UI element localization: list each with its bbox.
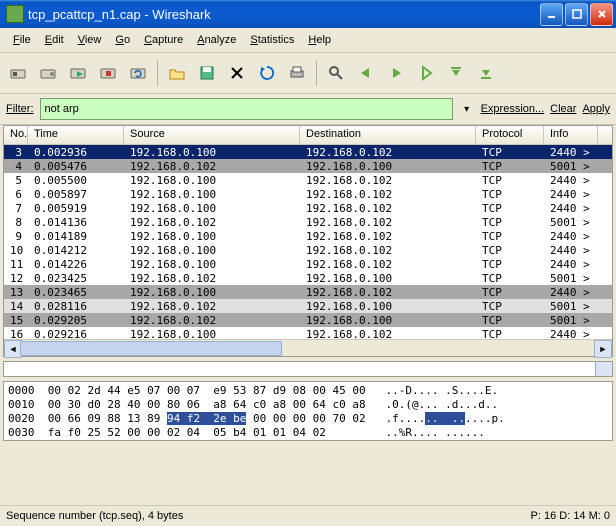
- toolbar: [0, 53, 616, 94]
- table-row[interactable]: 150.029205192.168.0.102192.168.0.100TCP5…: [4, 313, 612, 327]
- menu-view[interactable]: View: [71, 32, 109, 48]
- menubar: FileEditViewGoCaptureAnalyzeStatisticsHe…: [0, 28, 616, 53]
- filter-input[interactable]: [40, 98, 453, 120]
- table-row[interactable]: 90.014189192.168.0.100192.168.0.102TCP24…: [4, 229, 612, 243]
- table-row[interactable]: 140.028116192.168.0.102192.168.0.100TCP5…: [4, 299, 612, 313]
- menu-edit[interactable]: Edit: [38, 32, 71, 48]
- open-icon[interactable]: [163, 59, 191, 87]
- capture-stop-icon[interactable]: [94, 59, 122, 87]
- vscrollbar[interactable]: [595, 362, 612, 376]
- col-destination[interactable]: Destination: [300, 126, 476, 144]
- table-row[interactable]: 60.005897192.168.0.100192.168.0.102TCP24…: [4, 187, 612, 201]
- window-title: tcp_pcattcp_n1.cap - Wireshark: [28, 7, 540, 22]
- find-icon[interactable]: [322, 59, 350, 87]
- status-right: P: 16 D: 14 M: 0: [531, 510, 610, 522]
- detail-pane[interactable]: [3, 361, 613, 377]
- hscrollbar[interactable]: ◄ ►: [4, 339, 612, 356]
- table-row[interactable]: 110.014226192.168.0.100192.168.0.102TCP2…: [4, 257, 612, 271]
- col-no[interactable]: No.: [4, 126, 28, 144]
- table-row[interactable]: 130.023465192.168.0.100192.168.0.102TCP2…: [4, 285, 612, 299]
- go-first-icon[interactable]: [442, 59, 470, 87]
- minimize-button[interactable]: [540, 3, 563, 26]
- titlebar: tcp_pcattcp_n1.cap - Wireshark: [0, 0, 616, 28]
- table-row[interactable]: 30.002936192.168.0.100192.168.0.102TCP24…: [4, 145, 612, 159]
- col-time[interactable]: Time: [28, 126, 124, 144]
- save-icon[interactable]: [193, 59, 221, 87]
- close-button[interactable]: [590, 3, 613, 26]
- hex-line[interactable]: 0000 00 02 2d 44 e5 07 00 07 e9 53 87 d9…: [8, 384, 610, 398]
- menu-capture[interactable]: Capture: [137, 32, 190, 48]
- apply-button[interactable]: Apply: [582, 103, 610, 115]
- capture-start-icon[interactable]: [64, 59, 92, 87]
- scroll-thumb[interactable]: [20, 341, 282, 356]
- scroll-right-icon[interactable]: ►: [594, 340, 612, 358]
- go-forward-icon[interactable]: [382, 59, 410, 87]
- status-left: Sequence number (tcp.seq), 4 bytes: [6, 510, 531, 522]
- clear-button[interactable]: Clear: [550, 103, 576, 115]
- table-row[interactable]: 80.014136192.168.0.102192.168.0.102TCP50…: [4, 215, 612, 229]
- hex-line[interactable]: 0020 00 66 09 88 13 89 94 f2 2e be 00 00…: [8, 412, 610, 426]
- column-headers: No.TimeSourceDestinationProtocolInfo: [4, 126, 612, 145]
- filter-dropdown-icon[interactable]: ▾: [459, 99, 475, 119]
- table-row[interactable]: 100.014212192.168.0.100192.168.0.102TCP2…: [4, 243, 612, 257]
- capture-restart-icon[interactable]: [124, 59, 152, 87]
- col-source[interactable]: Source: [124, 126, 300, 144]
- filter-bar: Filter: ▾ Expression... Clear Apply: [0, 94, 616, 125]
- app-icon: [6, 5, 24, 23]
- reload-icon[interactable]: [253, 59, 281, 87]
- maximize-button[interactable]: [565, 3, 588, 26]
- close-file-icon[interactable]: [223, 59, 251, 87]
- go-back-icon[interactable]: [352, 59, 380, 87]
- menu-statistics[interactable]: Statistics: [243, 32, 301, 48]
- hex-line[interactable]: 0010 00 30 d0 28 40 00 80 06 a8 64 c0 a8…: [8, 398, 610, 412]
- interfaces-icon[interactable]: [4, 59, 32, 87]
- table-row[interactable]: 70.005919192.168.0.100192.168.0.102TCP24…: [4, 201, 612, 215]
- menu-help[interactable]: Help: [301, 32, 338, 48]
- toolbar-separator: [316, 60, 317, 86]
- statusbar: Sequence number (tcp.seq), 4 bytes P: 16…: [0, 505, 616, 526]
- options-icon[interactable]: [34, 59, 62, 87]
- col-info[interactable]: Info: [544, 126, 598, 144]
- menu-analyze[interactable]: Analyze: [190, 32, 243, 48]
- bytes-pane[interactable]: 0000 00 02 2d 44 e5 07 00 07 e9 53 87 d9…: [3, 381, 613, 441]
- expression-button[interactable]: Expression...: [481, 103, 545, 115]
- packet-list: No.TimeSourceDestinationProtocolInfo 30.…: [3, 125, 613, 357]
- table-row[interactable]: 40.005476192.168.0.102192.168.0.100TCP50…: [4, 159, 612, 173]
- go-last-icon[interactable]: [472, 59, 500, 87]
- menu-file[interactable]: File: [6, 32, 38, 48]
- table-row[interactable]: 160.029216192.168.0.100192.168.0.102TCP2…: [4, 327, 612, 339]
- toolbar-separator: [157, 60, 158, 86]
- table-row[interactable]: 50.005500192.168.0.100192.168.0.102TCP24…: [4, 173, 612, 187]
- print-icon[interactable]: [283, 59, 311, 87]
- filter-label: Filter:: [6, 103, 34, 115]
- table-row[interactable]: 120.023425192.168.0.102192.168.0.100TCP5…: [4, 271, 612, 285]
- col-protocol[interactable]: Protocol: [476, 126, 544, 144]
- go-to-icon[interactable]: [412, 59, 440, 87]
- hex-line[interactable]: 0030 fa f0 25 52 00 00 02 04 05 b4 01 01…: [8, 426, 610, 440]
- menu-go[interactable]: Go: [108, 32, 137, 48]
